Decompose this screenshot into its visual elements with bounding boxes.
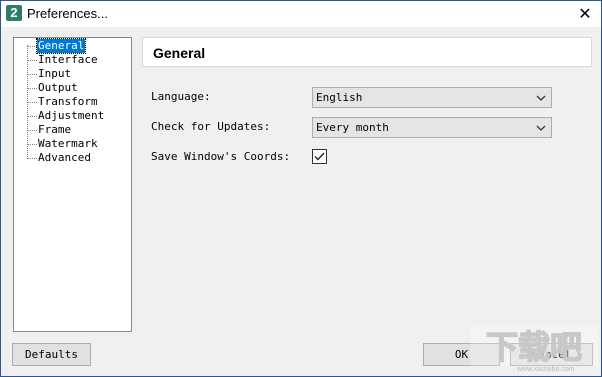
tree-item-adjustment[interactable]: Adjustment — [14, 109, 131, 123]
tree-item-label: General — [35, 38, 87, 54]
tree-item-label: Output — [38, 81, 78, 94]
tree-item-general[interactable]: General — [14, 38, 131, 54]
tree-item-transform[interactable]: Transform — [14, 95, 131, 109]
cancel-button[interactable]: Cancel — [510, 343, 593, 366]
window-title: Preferences... — [27, 6, 108, 21]
tree-item-label: Transform — [38, 95, 98, 108]
tree-item-advanced[interactable]: Advanced — [14, 151, 131, 165]
panel-title: General — [153, 45, 206, 61]
close-button[interactable]: ✕ — [569, 1, 601, 27]
chevron-down-icon — [536, 125, 546, 131]
updates-select[interactable]: Every month — [312, 117, 552, 138]
tree-item-input[interactable]: Input — [14, 67, 131, 81]
tree-item-watermark[interactable]: Watermark — [14, 137, 131, 151]
save-coords-checkbox[interactable] — [312, 149, 327, 164]
category-tree[interactable]: General Interface Input Output Transform… — [13, 37, 132, 332]
language-select[interactable]: English — [312, 87, 552, 108]
title-bar[interactable]: 2 Preferences... ✕ — [1, 1, 601, 27]
tree-item-interface[interactable]: Interface — [14, 53, 131, 67]
app-icon: 2 — [6, 5, 22, 21]
tree-item-label: Frame — [38, 123, 72, 136]
language-label: Language: — [151, 90, 211, 103]
language-select-value: English — [316, 91, 363, 104]
save-coords-label: Save Window's Coords: — [151, 150, 291, 163]
defaults-button[interactable]: Defaults — [12, 343, 91, 366]
ok-button[interactable]: OK — [423, 343, 500, 366]
checkmark-icon — [314, 152, 325, 161]
tree-item-output[interactable]: Output — [14, 81, 131, 95]
updates-label: Check for Updates: — [151, 120, 271, 133]
watermark-url: www.xiazaiba.com — [517, 366, 575, 373]
panel-header: General — [142, 37, 592, 67]
tree-item-label: Adjustment — [38, 109, 105, 122]
tree-item-label: Input — [38, 67, 72, 80]
preferences-window: 2 Preferences... ✕ General Interface Inp… — [0, 0, 602, 377]
chevron-down-icon — [536, 95, 546, 101]
tree-item-label: Watermark — [38, 137, 98, 150]
updates-select-value: Every month — [316, 121, 389, 134]
tree-item-label: Advanced — [38, 151, 91, 164]
tree-item-label: Interface — [38, 53, 98, 66]
tree-item-frame[interactable]: Frame — [14, 123, 131, 137]
